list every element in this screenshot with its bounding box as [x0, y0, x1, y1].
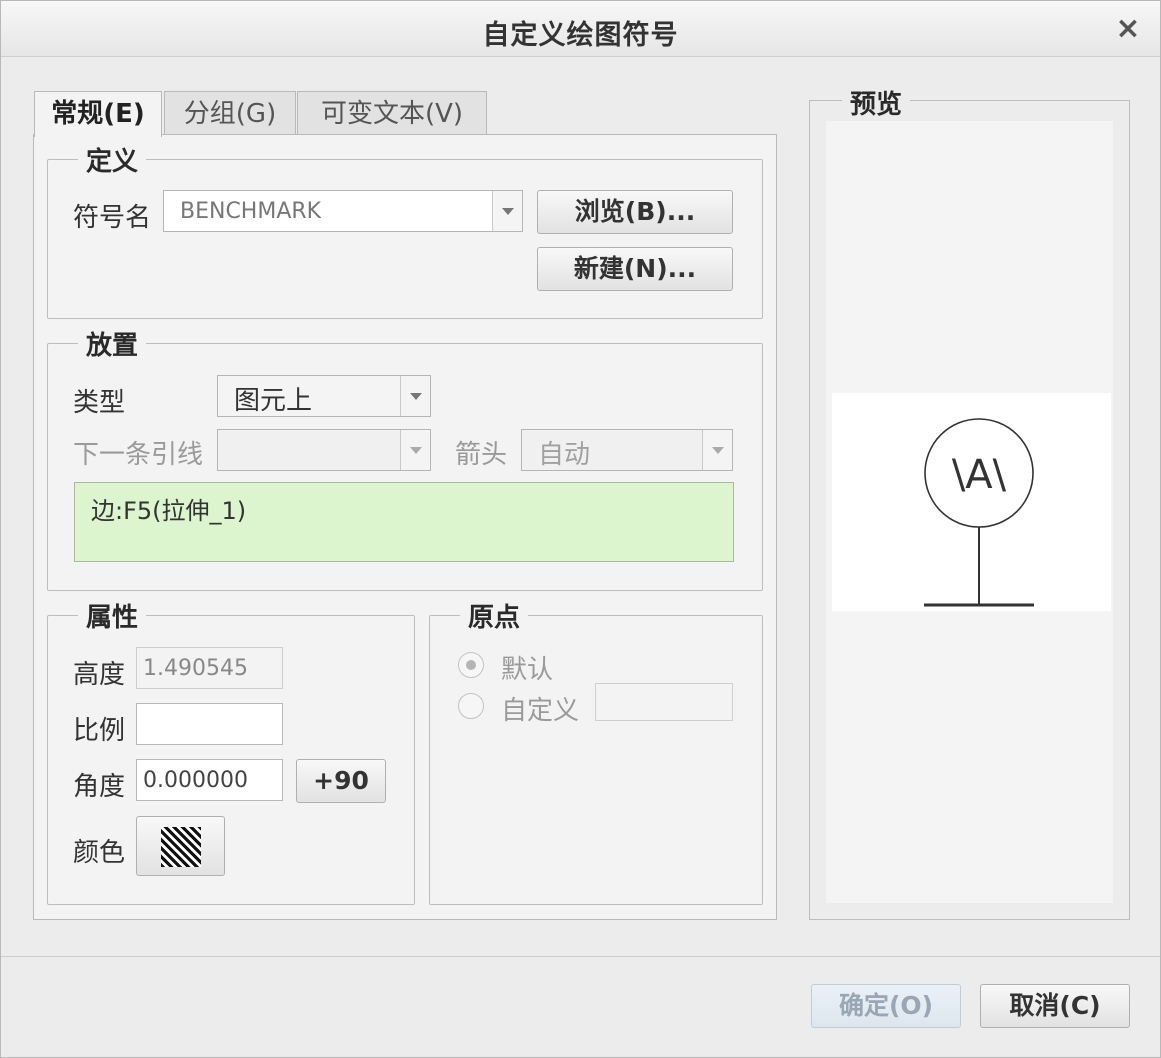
- chevron-down-icon[interactable]: [400, 376, 430, 416]
- custom-drawing-symbol-dialog: 自定义绘图符号 × 常规(E) 分组(G) 可变文本(V) 定义 符号名 BEN…: [0, 0, 1161, 1058]
- origin-default-radio[interactable]: [458, 652, 484, 678]
- color-button[interactable]: [136, 816, 225, 876]
- arrow-dropdown[interactable]: 自动: [521, 429, 733, 471]
- angle-label: 角度: [73, 772, 126, 802]
- height-field[interactable]: 1.490545: [136, 647, 283, 689]
- reference-collector[interactable]: 边:F5(拉伸_1): [74, 482, 734, 562]
- close-icon[interactable]: ×: [1110, 11, 1146, 47]
- definition-group-title: 定义: [78, 141, 147, 178]
- preview-group-title: 预览: [842, 84, 911, 121]
- origin-custom-radio[interactable]: [458, 693, 484, 719]
- symbol-name-dropdown[interactable]: BENCHMARK: [163, 190, 523, 232]
- chevron-down-icon[interactable]: [702, 430, 732, 470]
- next-leader-label: 下一条引线: [73, 440, 204, 470]
- type-label: 类型: [73, 388, 126, 418]
- type-dropdown[interactable]: 图元上: [217, 375, 431, 417]
- preview-group: 预览 \A\: [809, 84, 1130, 920]
- origin-default-label: 默认: [501, 655, 554, 685]
- arrow-value: 自动: [538, 440, 591, 470]
- cancel-button[interactable]: 取消(C): [980, 984, 1130, 1028]
- scale-field[interactable]: [136, 703, 283, 745]
- tab-grouping[interactable]: 分组(G): [164, 91, 296, 135]
- tab-general[interactable]: 常规(E): [34, 91, 162, 137]
- benchmark-symbol-preview: \A\: [924, 418, 1034, 607]
- origin-group-title: 原点: [460, 597, 529, 634]
- new-button[interactable]: 新建(N)...: [537, 247, 733, 291]
- title-bar[interactable]: 自定义绘图符号 ×: [1, 1, 1160, 57]
- height-label: 高度: [73, 660, 126, 690]
- symbol-name-label: 符号名: [73, 203, 152, 233]
- chevron-down-icon[interactable]: [492, 191, 522, 231]
- hatch-pattern-icon: [161, 827, 201, 867]
- placement-group-title: 放置: [78, 325, 147, 362]
- arrow-label: 箭头: [455, 440, 508, 470]
- scale-label: 比例: [73, 716, 126, 746]
- definition-group: 定义: [47, 141, 763, 319]
- origin-custom-label: 自定义: [501, 696, 580, 726]
- dialog-title: 自定义绘图符号: [482, 20, 679, 51]
- color-label: 颜色: [73, 838, 126, 868]
- symbol-text: \A\: [952, 452, 1007, 498]
- preview-area: \A\: [826, 121, 1113, 903]
- browse-button[interactable]: 浏览(B)...: [537, 190, 733, 234]
- type-value: 图元上: [234, 386, 313, 416]
- origin-custom-field[interactable]: [595, 683, 733, 721]
- tab-variable-text[interactable]: 可变文本(V): [297, 91, 487, 135]
- rotate-90-button[interactable]: +90: [296, 759, 386, 803]
- properties-group-title: 属性: [78, 597, 147, 634]
- preview-canvas: \A\: [832, 393, 1111, 611]
- angle-field[interactable]: 0.000000: [136, 759, 283, 801]
- chevron-down-icon[interactable]: [400, 430, 430, 470]
- next-leader-dropdown[interactable]: [217, 429, 431, 471]
- ok-button[interactable]: 确定(O): [811, 984, 961, 1028]
- symbol-name-value: BENCHMARK: [180, 199, 322, 224]
